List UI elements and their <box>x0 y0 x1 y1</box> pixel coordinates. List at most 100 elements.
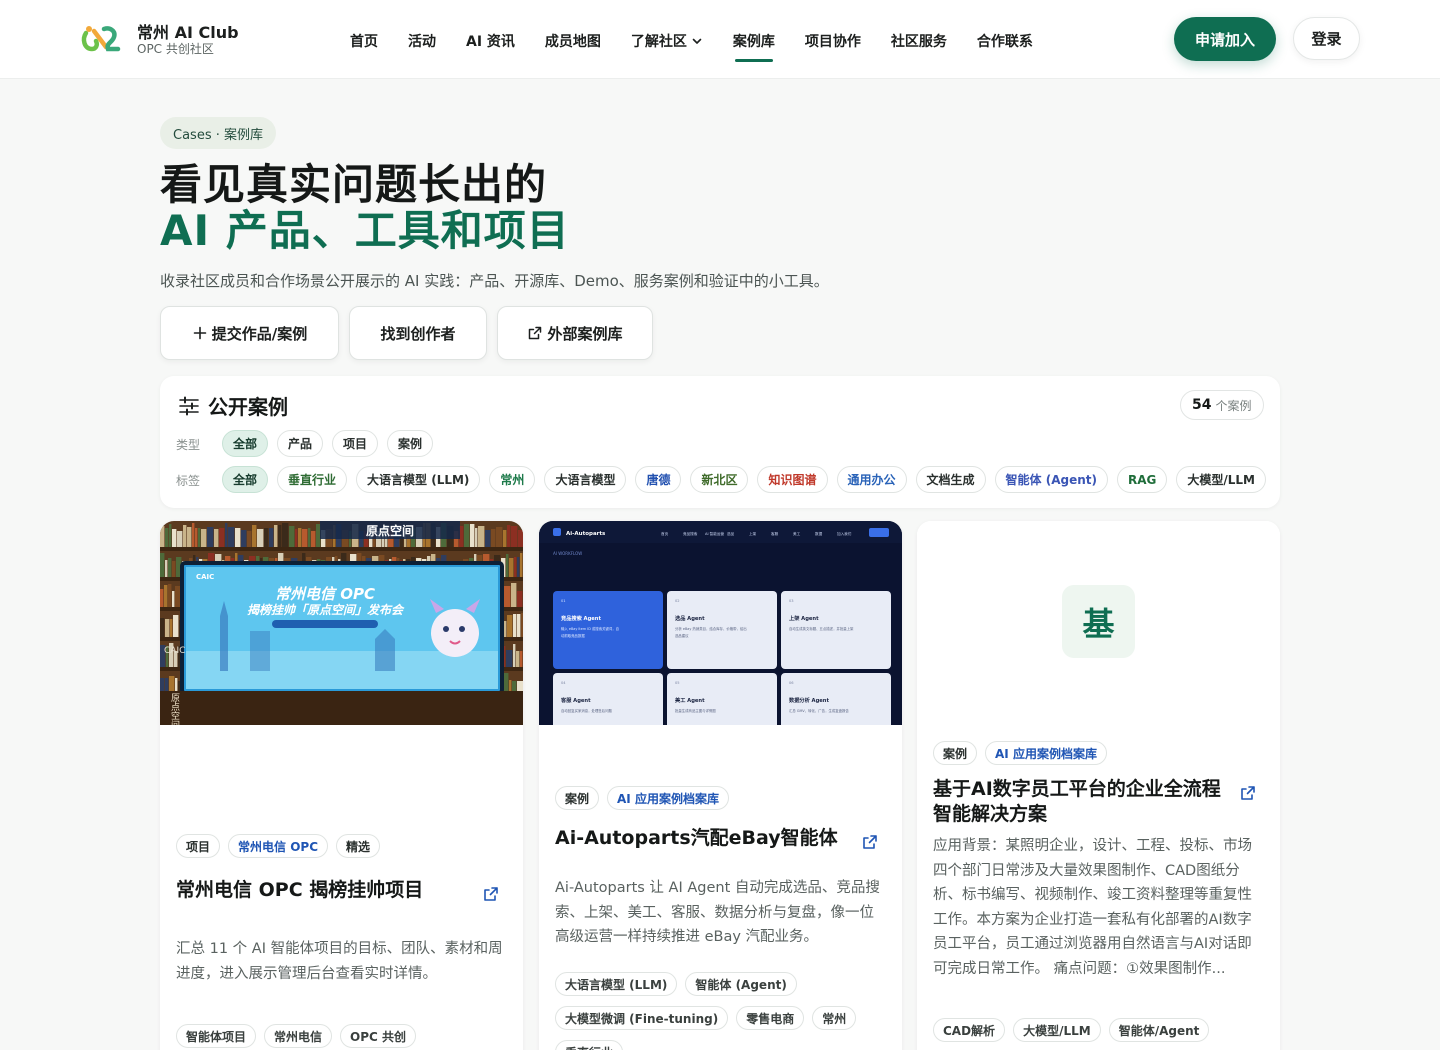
card-tag[interactable]: AI 应用案例档案库 <box>985 741 1107 765</box>
keyword-chip[interactable]: 常州电信 <box>264 1024 333 1048</box>
book-spine <box>207 527 214 547</box>
nav-case-library[interactable]: 案例库 <box>733 31 775 62</box>
agent-tile-text: 分析 eBay 热销类目，结合库存、价格带，给出 <box>675 626 747 631</box>
card-tag[interactable]: 案例 <box>933 741 978 765</box>
app-nav-item: 首页 <box>661 531 669 536</box>
book-spine <box>507 525 511 547</box>
type-chip-case[interactable]: 案例 <box>387 430 434 457</box>
sliders-icon <box>179 396 199 415</box>
keyword-chip[interactable]: CAD解析 <box>933 1018 1006 1042</box>
tag-chip[interactable]: 大语言模型 (LLM) <box>356 466 481 493</box>
card-tags: 项目 常州电信 OPC 精选 <box>176 834 381 858</box>
book-spine <box>172 591 175 607</box>
book-spine <box>507 615 513 637</box>
nav-member-map[interactable]: 成员地图 <box>545 31 601 51</box>
app-tiles: 01 竞品搜索 Agent 输入 eBay Item ID 或搜索关键词，自动抓取竞… <box>553 591 891 725</box>
tag-chip[interactable]: 知识图谱 <box>757 466 828 493</box>
keyword-chip[interactable]: 常州 <box>812 1006 857 1030</box>
case-card[interactable]: 基 案例 AI 应用案例档案库 基于AI数字员工平台的企业全流程智能解决方案 应… <box>917 521 1280 1050</box>
nav-about-community[interactable]: 了解社区 <box>631 31 703 51</box>
keyword-chip[interactable]: 智能体 (Agent) <box>685 972 797 996</box>
tag-chip[interactable]: 智能体 (Agent) <box>994 466 1108 493</box>
agent-tile-number: 03 <box>789 599 794 603</box>
nav-events[interactable]: 活动 <box>408 31 436 51</box>
card-tag[interactable]: 精选 <box>336 834 381 858</box>
case-card[interactable]: Ai-Autoparts 首页 竞品搜索 AI 智能运营 选品 上架 客服 美工 数据 加入我们… <box>539 521 902 1050</box>
vertical-sign-text: 原点空间 <box>169 693 180 725</box>
external-link-icon[interactable] <box>1239 784 1257 802</box>
agent-tile-name: 选品 Agent <box>675 614 705 622</box>
external-link-icon[interactable] <box>482 885 500 903</box>
app-nav-item: AI 智能运营 <box>705 531 724 536</box>
keyword-chip[interactable]: OPC 共创 <box>340 1024 417 1048</box>
keyword-chip[interactable]: 大模型微调 (Fine-tuning) <box>555 1006 729 1030</box>
card-title[interactable]: 基于AI数字员工平台的企业全流程智能解决方案 <box>933 777 1233 827</box>
keyword-chip[interactable]: 大模型/LLM <box>1013 1018 1101 1042</box>
submit-case-button[interactable]: 提交作品/案例 <box>160 306 339 360</box>
find-creator-button[interactable]: 找到创作者 <box>349 306 487 360</box>
tag-chip[interactable]: 文档生成 <box>915 466 986 493</box>
book-spine <box>513 614 517 637</box>
tag-chip[interactable]: 垂直行业 <box>277 466 348 493</box>
tag-chip[interactable]: 常州 <box>489 466 536 493</box>
join-button[interactable]: 申请加入 <box>1174 17 1276 61</box>
external-library-button[interactable]: 外部案例库 <box>497 306 653 360</box>
nav-projects[interactable]: 项目协作 <box>805 31 861 51</box>
card-tag[interactable]: AI 应用案例档案库 <box>607 786 729 810</box>
club-logo-icon[interactable] <box>80 23 122 55</box>
book-spine <box>298 528 302 547</box>
keyword-chip[interactable]: 垂直行业 <box>555 1040 624 1050</box>
app-nav-item: 客服 <box>771 531 779 536</box>
external-link-icon <box>529 326 542 340</box>
keyword-chip[interactable]: 大语言模型 (LLM) <box>555 972 678 996</box>
type-chip-product[interactable]: 产品 <box>277 430 324 457</box>
page-title-line1: 看见真实问题长出的 <box>160 160 548 209</box>
tag-chip[interactable]: 大语言模型 <box>544 466 627 493</box>
nav-contact[interactable]: 合作联系 <box>977 31 1033 51</box>
book-spine <box>164 585 168 607</box>
card-description: Ai-Autoparts 让 AI Agent 自动完成选品、竞品搜索、上架、美… <box>555 880 880 945</box>
nav-ai-news[interactable]: AI 资讯 <box>466 31 515 51</box>
top-header: 常州 AI Club OPC 共创社区 首页 活动 AI 资讯 成员地图 了解社… <box>0 0 1440 79</box>
agent-tile-text: 选品建议 <box>675 633 689 638</box>
nav-about-label: 了解社区 <box>630 34 687 50</box>
card-title[interactable]: Ai-Autoparts汽配eBay智能体 <box>555 826 855 851</box>
submit-case-label: 提交作品/案例 <box>211 324 308 343</box>
book-spine <box>195 528 198 547</box>
keyword-chip[interactable]: 零售电商 <box>736 1006 805 1030</box>
book-spine <box>228 527 235 547</box>
book-spine <box>516 651 520 667</box>
external-link-icon[interactable] <box>861 833 879 851</box>
banner-text: 原点空间 <box>366 523 414 538</box>
book-spine <box>172 529 177 547</box>
tag-chip[interactable]: 新北区 <box>690 466 749 493</box>
tag-chip[interactable]: 通用办公 <box>836 466 907 493</box>
keyword-chip[interactable]: 智能体项目 <box>176 1024 257 1048</box>
card-title[interactable]: 常州电信 OPC 揭榜挂帅项目 <box>176 878 476 903</box>
type-chip-project[interactable]: 项目 <box>332 430 379 457</box>
type-chip-all[interactable]: 全部 <box>222 430 269 457</box>
card-tag[interactable]: 项目 <box>176 834 221 858</box>
case-card[interactable]: 原点空间 CAIC 常州电信 OPC 揭榜挂帅「原点空间」发布会 CAIC 原点… <box>160 521 523 1050</box>
nav-services[interactable]: 社区服务 <box>891 31 947 51</box>
book-spine <box>308 528 311 547</box>
keyword-chip[interactable]: 智能体/Agent <box>1108 1018 1210 1042</box>
section-label-text: AI WORKFLOW <box>553 551 582 556</box>
card-tag[interactable]: 常州电信 OPC <box>228 834 328 858</box>
card-keywords: 大语言模型 (LLM) 智能体 (Agent) 大模型微调 (Fine-tuni… <box>555 972 886 1050</box>
tag-chip[interactable]: RAG <box>1116 466 1168 493</box>
page-title-line2: AI 产品、工具和项目 <box>160 206 570 255</box>
nav-home[interactable]: 首页 <box>350 31 378 51</box>
tag-chip[interactable]: 大模型/LLM <box>1176 466 1266 493</box>
book-spine <box>160 618 165 637</box>
card-tag[interactable]: 案例 <box>555 786 600 810</box>
type-row-label: 类型 <box>176 438 201 452</box>
tag-chip[interactable]: 唐德 <box>635 466 682 493</box>
book-spine <box>170 619 173 637</box>
tag-chip[interactable]: 全部 <box>222 466 269 493</box>
book-spine <box>513 644 516 667</box>
tag-row-label: 标签 <box>176 474 201 488</box>
book-spine <box>517 557 520 577</box>
login-button[interactable]: 登录 <box>1293 17 1360 60</box>
tag-filter-row: 全部 垂直行业 大语言模型 (LLM) 常州 大语言模型 唐德 新北区 知识图谱… <box>222 466 1266 493</box>
